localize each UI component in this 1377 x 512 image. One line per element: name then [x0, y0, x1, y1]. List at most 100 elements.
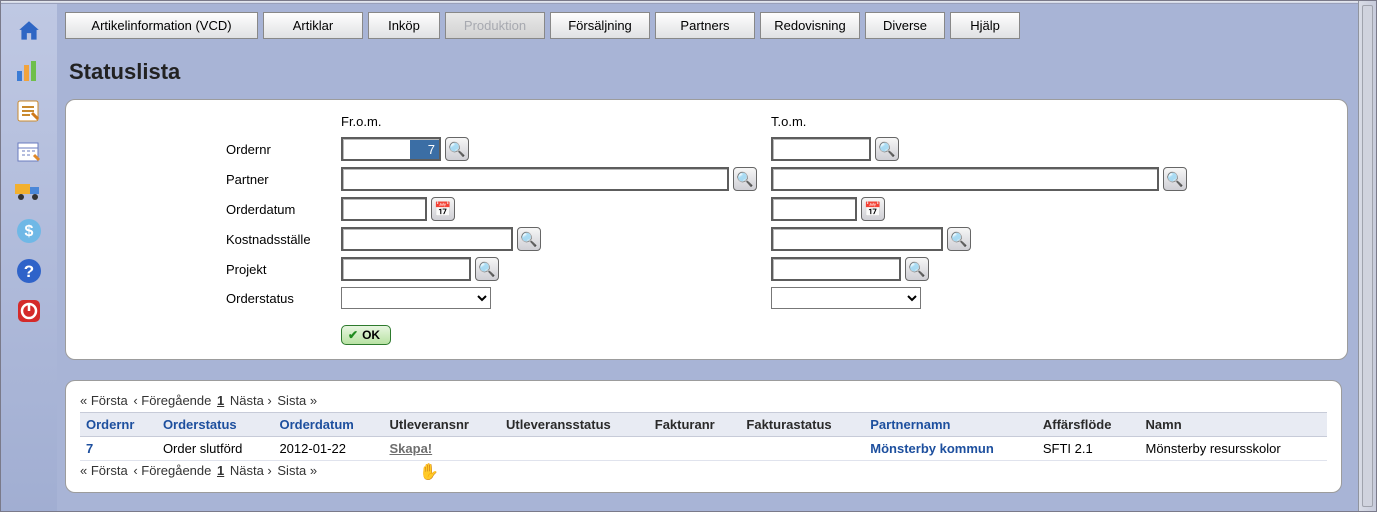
label-partner: Partner — [226, 172, 341, 187]
search-icon: 🔍 — [448, 141, 465, 158]
power-icon[interactable] — [12, 296, 46, 326]
cell-utleveransnr-create-link[interactable]: Skapa! — [390, 441, 433, 456]
lookup-projekt-from[interactable]: 🔍 — [475, 257, 499, 281]
calendar-icon: 📅 — [434, 201, 451, 218]
search-icon: 🔍 — [908, 261, 925, 278]
input-orderdatum-from[interactable] — [341, 197, 427, 221]
tab-forsaljning[interactable]: Försäljning — [550, 12, 650, 39]
chart-icon[interactable] — [12, 56, 46, 86]
th-fakturanr: Fakturanr — [649, 413, 741, 437]
input-ordernr-from[interactable] — [341, 137, 441, 161]
cell-utleveransstatus — [500, 437, 649, 461]
tab-artiklar[interactable]: Artiklar — [263, 12, 363, 39]
ok-label: OK — [362, 328, 380, 342]
tab-redovisning[interactable]: Redovisning — [760, 12, 860, 39]
search-icon: 🔍 — [478, 261, 495, 278]
input-ordernr-to[interactable] — [771, 137, 871, 161]
input-kostnad-from[interactable] — [341, 227, 513, 251]
home-icon[interactable] — [12, 16, 46, 46]
lookup-ordernr-from[interactable]: 🔍 — [445, 137, 469, 161]
tab-hjalp[interactable]: Hjälp — [950, 12, 1020, 39]
pager-bottom: « Första ‹ Föregående 1 Nästa › Sista » — [80, 463, 1327, 478]
pager-first[interactable]: « Första — [80, 463, 128, 478]
input-projekt-to[interactable] — [771, 257, 901, 281]
tab-partners[interactable]: Partners — [655, 12, 755, 39]
lookup-projekt-to[interactable]: 🔍 — [905, 257, 929, 281]
calendar-edit-icon[interactable] — [12, 136, 46, 166]
column-header-to: T.o.m. — [771, 114, 1201, 131]
search-icon: 🔍 — [520, 231, 537, 248]
edit-note-icon[interactable] — [12, 96, 46, 126]
th-affarsflode: Affärsflöde — [1037, 413, 1140, 437]
cell-fakturastatus — [740, 437, 864, 461]
pager-last[interactable]: Sista » — [277, 393, 317, 408]
input-partner-from[interactable] — [341, 167, 729, 191]
th-partnernamn[interactable]: Partnernamn — [864, 413, 1037, 437]
calendar-orderdatum-to[interactable]: 📅 — [861, 197, 885, 221]
table-row: 7 Order slutförd 2012-01-22 Skapa! Mönst… — [80, 437, 1327, 461]
cell-affarsflode: SFTI 2.1 — [1037, 437, 1140, 461]
results-panel: « Första ‹ Föregående 1 Nästa › Sista » … — [65, 380, 1342, 493]
tab-artikelinformation[interactable]: Artikelinformation (VCD) — [65, 12, 258, 39]
results-table: Ordernr Orderstatus Orderdatum Utleveran… — [80, 412, 1327, 461]
tab-produktion[interactable]: Produktion — [445, 12, 545, 39]
input-orderdatum-to[interactable] — [771, 197, 857, 221]
vertical-scrollbar[interactable] — [1358, 1, 1376, 511]
tab-bar: Artikelinformation (VCD) Artiklar Inköp … — [65, 12, 1348, 39]
column-header-from: Fr.o.m. — [341, 114, 771, 131]
input-projekt-from[interactable] — [341, 257, 471, 281]
svg-text:?: ? — [24, 262, 34, 281]
th-orderdatum[interactable]: Orderdatum — [273, 413, 383, 437]
page-title: Statuslista — [69, 59, 1348, 85]
lookup-ordernr-to[interactable]: 🔍 — [875, 137, 899, 161]
tab-diverse[interactable]: Diverse — [865, 12, 945, 39]
label-orderstatus: Orderstatus — [226, 291, 341, 306]
pager-last[interactable]: Sista » — [277, 463, 317, 478]
search-icon: 🔍 — [878, 141, 895, 158]
label-orderdatum: Orderdatum — [226, 202, 341, 217]
lookup-partner-to[interactable]: 🔍 — [1163, 167, 1187, 191]
label-kostnadsstalle: Kostnadsställe — [226, 232, 341, 247]
lookup-partner-from[interactable]: 🔍 — [733, 167, 757, 191]
truck-icon[interactable] — [12, 176, 46, 206]
help-icon[interactable]: ? — [12, 256, 46, 286]
svg-text:$: $ — [25, 223, 34, 240]
cell-namn: Mönsterby resursskolor — [1140, 437, 1327, 461]
search-icon: 🔍 — [1166, 171, 1183, 188]
label-ordernr: Ordernr — [226, 142, 341, 157]
sidebar: $ ? — [1, 4, 57, 511]
pager-prev[interactable]: ‹ Föregående — [133, 393, 211, 408]
pager-top: « Första ‹ Föregående 1 Nästa › Sista » — [80, 393, 1327, 408]
cell-orderstatus: Order slutförd — [157, 437, 274, 461]
cell-orderdatum: 2012-01-22 — [273, 437, 383, 461]
pager-current: 1 — [217, 463, 224, 478]
pager-prev[interactable]: ‹ Föregående — [133, 463, 211, 478]
input-partner-to[interactable] — [771, 167, 1159, 191]
select-orderstatus-to[interactable] — [771, 287, 921, 309]
tab-inkop[interactable]: Inköp — [368, 12, 440, 39]
search-icon: 🔍 — [950, 231, 967, 248]
pager-next[interactable]: Nästa › — [230, 393, 272, 408]
input-kostnad-to[interactable] — [771, 227, 943, 251]
money-icon[interactable]: $ — [12, 216, 46, 246]
th-ordernr[interactable]: Ordernr — [80, 413, 157, 437]
ok-button[interactable]: ✔ OK — [341, 325, 391, 345]
cell-partnernamn[interactable]: Mönsterby kommun — [870, 441, 994, 456]
pager-first[interactable]: « Första — [80, 393, 128, 408]
lookup-kostnad-to[interactable]: 🔍 — [947, 227, 971, 251]
calendar-orderdatum-from[interactable]: 📅 — [431, 197, 455, 221]
cell-ordernr[interactable]: 7 — [86, 441, 93, 456]
th-utleveransstatus: Utleveransstatus — [500, 413, 649, 437]
th-orderstatus[interactable]: Orderstatus — [157, 413, 274, 437]
th-fakturastatus: Fakturastatus — [740, 413, 864, 437]
filter-panel: Fr.o.m. T.o.m. Ordernr 🔍 🔍 Partner � — [65, 99, 1348, 360]
lookup-kostnad-from[interactable]: 🔍 — [517, 227, 541, 251]
check-icon: ✔ — [348, 328, 358, 342]
label-projekt: Projekt — [226, 262, 341, 277]
table-header-row: Ordernr Orderstatus Orderdatum Utleveran… — [80, 413, 1327, 437]
calendar-icon: 📅 — [864, 201, 881, 218]
select-orderstatus-from[interactable] — [341, 287, 491, 309]
cell-fakturanr — [649, 437, 741, 461]
search-icon: 🔍 — [736, 171, 753, 188]
pager-next[interactable]: Nästa › — [230, 463, 272, 478]
